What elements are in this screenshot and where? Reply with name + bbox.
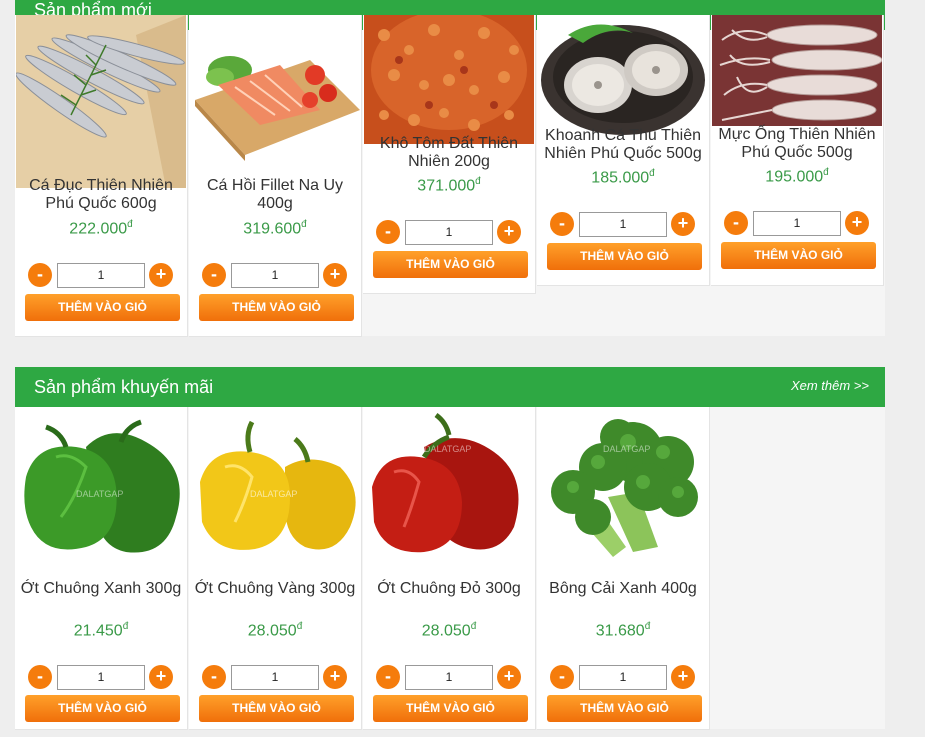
product-name[interactable]: Mực Ống Thiên Nhiên Phú Quốc 500g bbox=[713, 126, 881, 162]
new-products-section: Sản phẩm mới Cá Đục Thiên Nhiên Phú Quốc… bbox=[15, 0, 885, 337]
section-header: Sản phẩm khuyến mãi Xem thêm >> bbox=[15, 367, 885, 407]
product-price: 185.000đ bbox=[591, 168, 655, 187]
decrease-qty-button[interactable]: - bbox=[202, 665, 226, 689]
add-to-cart-button[interactable]: THÊM VÀO GIỎ bbox=[547, 243, 702, 270]
promo-products-section: Sản phẩm khuyến mãi Xem thêm >> DALATGAP… bbox=[15, 367, 885, 730]
product-image[interactable] bbox=[16, 15, 186, 188]
quantity-input[interactable]: 1 bbox=[405, 665, 493, 690]
decrease-qty-button[interactable]: - bbox=[376, 665, 400, 689]
decrease-qty-button[interactable]: - bbox=[550, 665, 574, 689]
product-name[interactable]: Cá Hồi Fillet Na Uy 400g bbox=[191, 177, 359, 213]
product-card[interactable]: DALATGAP Ớt Chuông Đỏ 300g 28.050đ - 1 +… bbox=[363, 407, 536, 730]
product-card[interactable]: Khoanh Cá Thu Thiên Nhiên Phú Quốc 500g … bbox=[537, 15, 710, 286]
increase-qty-button[interactable]: + bbox=[323, 263, 347, 287]
add-to-cart-button[interactable]: THÊM VÀO GIỎ bbox=[547, 695, 702, 722]
product-price: 195.000đ bbox=[765, 167, 829, 186]
add-to-cart-button[interactable]: THÊM VÀO GIỎ bbox=[721, 242, 876, 269]
quantity-input[interactable]: 1 bbox=[57, 665, 145, 690]
product-price: 31.680đ bbox=[595, 621, 651, 640]
watermark: DALATGAP bbox=[76, 489, 123, 499]
add-to-cart-button[interactable]: THÊM VÀO GIỎ bbox=[199, 294, 354, 321]
quantity-input[interactable]: 1 bbox=[57, 263, 145, 288]
product-card[interactable]: Mực Ống Thiên Nhiên Phú Quốc 500g 195.00… bbox=[711, 15, 884, 286]
see-more-link[interactable]: Xem thêm >> bbox=[791, 378, 869, 393]
product-card[interactable]: Khô Tôm Đất Thiên Nhiên 200g 371.000đ - … bbox=[363, 15, 536, 294]
increase-qty-button[interactable]: + bbox=[149, 263, 173, 287]
add-to-cart-button[interactable]: THÊM VÀO GIỎ bbox=[373, 251, 528, 278]
product-price: 28.050đ bbox=[247, 621, 303, 640]
decrease-qty-button[interactable]: - bbox=[550, 212, 574, 236]
increase-qty-button[interactable]: + bbox=[149, 665, 173, 689]
quantity-input[interactable]: 1 bbox=[579, 212, 667, 237]
product-name[interactable]: Bông Cải Xanh 400g bbox=[539, 580, 707, 598]
increase-qty-button[interactable]: + bbox=[671, 212, 695, 236]
product-card[interactable]: DALATGAP Bông Cải Xanh 400g 31.680đ - 1 … bbox=[537, 407, 710, 730]
product-name[interactable]: Ớt Chuông Vàng 300g bbox=[191, 580, 359, 598]
product-price: 371.000đ bbox=[417, 176, 481, 195]
product-image[interactable] bbox=[538, 15, 708, 135]
add-to-cart-button[interactable]: THÊM VÀO GIỎ bbox=[373, 695, 528, 722]
decrease-qty-button[interactable]: - bbox=[724, 211, 748, 235]
product-price: 319.600đ bbox=[243, 219, 307, 238]
product-image[interactable]: DALATGAP bbox=[16, 407, 186, 567]
add-to-cart-button[interactable]: THÊM VÀO GIỎ bbox=[25, 695, 180, 722]
product-card[interactable]: DALATGAP Ớt Chuông Vàng 300g 28.050đ - 1… bbox=[189, 407, 362, 730]
product-image[interactable] bbox=[712, 15, 882, 126]
quantity-input[interactable]: 1 bbox=[405, 220, 493, 245]
increase-qty-button[interactable]: + bbox=[497, 220, 521, 244]
product-name[interactable]: Khoanh Cá Thu Thiên Nhiên Phú Quốc 500g bbox=[539, 127, 707, 163]
product-price: 21.450đ bbox=[73, 621, 129, 640]
increase-qty-button[interactable]: + bbox=[845, 211, 869, 235]
product-name[interactable]: Ớt Chuông Xanh 300g bbox=[17, 580, 185, 598]
decrease-qty-button[interactable]: - bbox=[376, 220, 400, 244]
quantity-input[interactable]: 1 bbox=[579, 665, 667, 690]
increase-qty-button[interactable]: + bbox=[497, 665, 521, 689]
quantity-input[interactable]: 1 bbox=[231, 665, 319, 690]
section-title: Sản phẩm khuyến mãi bbox=[34, 377, 214, 397]
decrease-qty-button[interactable]: - bbox=[202, 263, 226, 287]
increase-qty-button[interactable]: + bbox=[323, 665, 347, 689]
product-name[interactable]: Khô Tôm Đất Thiên Nhiên 200g bbox=[365, 135, 533, 171]
watermark: DALATGAP bbox=[424, 444, 471, 454]
watermark: DALATGAP bbox=[250, 489, 297, 499]
product-image[interactable]: DALATGAP bbox=[538, 407, 708, 567]
product-image[interactable] bbox=[364, 15, 534, 144]
quantity-input[interactable]: 1 bbox=[231, 263, 319, 288]
product-image[interactable]: DALATGAP bbox=[364, 407, 534, 567]
watermark: DALATGAP bbox=[603, 444, 650, 454]
product-name[interactable]: Cá Đục Thiên Nhiên Phú Quốc 600g bbox=[17, 177, 185, 213]
increase-qty-button[interactable]: + bbox=[671, 665, 695, 689]
product-image[interactable]: DALATGAP bbox=[190, 407, 360, 567]
decrease-qty-button[interactable]: - bbox=[28, 263, 52, 287]
product-name[interactable]: Ớt Chuông Đỏ 300g bbox=[365, 580, 533, 598]
product-price: 28.050đ bbox=[421, 621, 477, 640]
product-card[interactable]: DALATGAP Ớt Chuông Xanh 300g 21.450đ - 1… bbox=[15, 407, 188, 730]
quantity-input[interactable]: 1 bbox=[753, 211, 841, 236]
add-to-cart-button[interactable]: THÊM VÀO GIỎ bbox=[199, 695, 354, 722]
product-image[interactable] bbox=[190, 15, 360, 170]
product-price: 222.000đ bbox=[69, 219, 133, 238]
add-to-cart-button[interactable]: THÊM VÀO GIỎ bbox=[25, 294, 180, 321]
decrease-qty-button[interactable]: - bbox=[28, 665, 52, 689]
product-card[interactable]: Cá Hồi Fillet Na Uy 400g 319.600đ - 1 + … bbox=[189, 15, 362, 337]
product-card[interactable]: Cá Đục Thiên Nhiên Phú Quốc 600g 222.000… bbox=[15, 15, 188, 337]
